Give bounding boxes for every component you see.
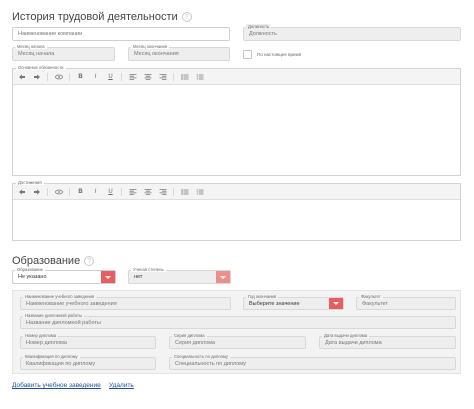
underline-icon[interactable]: U xyxy=(106,72,115,81)
qualification-label: Квалификация по диплому xyxy=(23,354,80,359)
delete-link[interactable]: Удалить xyxy=(109,382,134,389)
help-icon[interactable]: ? xyxy=(84,256,95,266)
undo-icon[interactable] xyxy=(17,187,26,196)
chevron-down-icon[interactable] xyxy=(216,271,230,283)
faculty-placeholder: Факультет xyxy=(362,300,388,307)
position-label: Должность xyxy=(246,24,272,29)
diploma-date-placeholder: Дата выдачи диплома xyxy=(325,339,382,346)
diploma-series-label: Серия диплома xyxy=(172,333,207,338)
redo-icon[interactable] xyxy=(32,72,41,81)
toolbar-divider xyxy=(121,72,122,81)
diploma-date-label: Дата выдачи диплома xyxy=(322,333,370,338)
diploma-number-label: Номер диплома xyxy=(23,333,59,338)
work-history-title: История трудовой деятельности xyxy=(12,11,178,23)
education-label: Образование xyxy=(15,267,45,272)
align-right-icon[interactable] xyxy=(158,187,167,196)
institution-placeholder: Наименование учебного заведения xyxy=(26,300,117,307)
diploma-series-placeholder: Серия диплома xyxy=(175,339,216,346)
graduation-year-value: Выберите значение xyxy=(249,300,300,307)
diploma-number-placeholder: Номер диплома xyxy=(26,339,67,346)
toolbar-divider xyxy=(69,187,70,196)
company-input[interactable]: Наименование компании xyxy=(12,27,230,41)
achievements-label: Достижения xyxy=(16,180,44,185)
specialty-placeholder: Специальность по диплому xyxy=(175,360,246,367)
achievements-editor[interactable]: B I U xyxy=(12,183,461,241)
redo-icon[interactable] xyxy=(32,187,41,196)
education-value: Не указано xyxy=(18,274,47,280)
toolbar-divider xyxy=(121,187,122,196)
achievements-toolbar: B I U xyxy=(13,184,460,200)
degree-select[interactable]: нет xyxy=(128,270,231,284)
institution-label: Наименование учебного заведения xyxy=(23,294,97,299)
start-month-placeholder: Месяц начала xyxy=(18,51,55,57)
end-month-placeholder: Месяц окончания xyxy=(134,51,179,57)
degree-value: нет xyxy=(134,274,143,280)
italic-icon[interactable]: I xyxy=(91,72,100,81)
start-month-input[interactable]: Месяц начала xyxy=(12,47,115,61)
education-select[interactable]: Не указано xyxy=(12,270,116,284)
help-icon[interactable]: ? xyxy=(181,12,192,22)
bullet-list-icon[interactable] xyxy=(180,72,189,81)
education-title: Образование xyxy=(12,255,81,267)
bold-icon[interactable]: B xyxy=(76,72,85,81)
thesis-placeholder: Название дипломной работы xyxy=(26,319,101,326)
position-placeholder: Должность xyxy=(249,31,277,37)
toolbar-divider xyxy=(173,187,174,196)
current-checkbox[interactable] xyxy=(243,50,252,59)
thesis-label: Название дипломной работы xyxy=(23,313,84,318)
duties-editor[interactable]: B I U xyxy=(12,68,461,176)
undo-icon[interactable] xyxy=(17,72,26,81)
education-heading: Образование ? xyxy=(12,255,95,267)
toolbar-divider xyxy=(69,72,70,81)
preview-icon[interactable] xyxy=(54,72,63,81)
numbered-list-icon[interactable] xyxy=(195,187,204,196)
align-center-icon[interactable] xyxy=(143,72,152,81)
faculty-label: Факультет xyxy=(359,294,383,299)
current-label: По настоящее время xyxy=(257,52,302,57)
align-right-icon[interactable] xyxy=(158,72,167,81)
degree-label: Ученая степень xyxy=(131,267,166,272)
underline-icon[interactable]: U xyxy=(106,187,115,196)
add-institution-link[interactable]: Добавить учебное заведение xyxy=(12,382,101,389)
specialty-label: Специальность по диплому xyxy=(172,354,230,359)
end-month-label: Месяц окончания xyxy=(131,44,170,49)
duties-label: Основные обязанности xyxy=(16,65,66,70)
bold-icon[interactable]: B xyxy=(76,187,85,196)
toolbar-divider xyxy=(47,187,48,196)
position-input[interactable]: Должность xyxy=(243,27,461,41)
start-month-label: Месяц начала xyxy=(15,44,47,49)
align-center-icon[interactable] xyxy=(143,187,152,196)
duties-toolbar: B I U xyxy=(13,69,460,85)
chevron-down-icon[interactable] xyxy=(101,271,115,283)
graduation-year-label: Год окончания xyxy=(246,294,279,299)
thesis-input[interactable]: Название дипломной работы xyxy=(20,316,456,329)
end-month-input[interactable]: Месяц окончания xyxy=(128,47,230,61)
toolbar-divider xyxy=(173,72,174,81)
italic-icon[interactable]: I xyxy=(91,187,100,196)
preview-icon[interactable] xyxy=(54,187,63,196)
company-placeholder: Наименование компании xyxy=(18,31,83,37)
bullet-list-icon[interactable] xyxy=(180,187,189,196)
qualification-placeholder: Квалификация по диплому xyxy=(26,360,96,367)
numbered-list-icon[interactable] xyxy=(195,72,204,81)
toolbar-divider xyxy=(47,72,48,81)
align-left-icon[interactable] xyxy=(128,72,137,81)
chevron-down-icon[interactable] xyxy=(329,298,343,309)
work-history-heading: История трудовой деятельности ? xyxy=(12,11,192,23)
align-left-icon[interactable] xyxy=(128,187,137,196)
